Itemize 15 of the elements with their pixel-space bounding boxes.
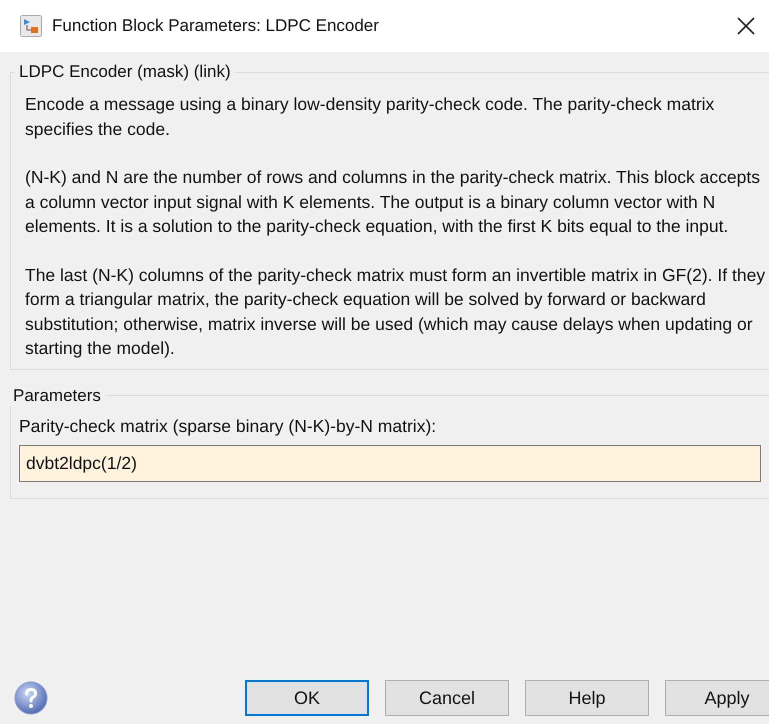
dialog-button[interactable]: Apply	[665, 680, 769, 716]
group-title: Parameters	[12, 386, 102, 406]
window-title: Function Block Parameters: LDPC Encoder	[52, 16, 380, 36]
dialog-button[interactable]: OK	[245, 680, 369, 716]
group-title: LDPC Encoder (mask) (link)	[18, 62, 232, 82]
help-icon[interactable]	[14, 681, 48, 715]
block-icon	[20, 15, 42, 37]
input-field[interactable]: dvbt2ldpc(1/2)	[19, 444, 761, 482]
description-paragraph: Encode a message using a binary low-density parity-check code. The parity-check matrix specifies the code.	[25, 93, 716, 141]
dialog-button[interactable]: Help	[525, 680, 649, 716]
description-paragraph: The last (N-K) columns of the parity-check matrix must form an invertible matrix in GF(2). If they form a triangular matrix, the parity-check equation will be solved by forward or backward substitution; otherwise, matrix inverse will be used (which may cause delays when updating or starting the model).	[25, 264, 766, 360]
description-paragraph: (N-K) and N are the number of rows and columns in the parity-check matrix. This block accepts a column vector input signal with K elements. The output is a binary column vector with N elements. It is a solution to the parity-check equation, with the first K bits equal to the input.	[25, 166, 761, 238]
dialog-button[interactable]: Cancel	[385, 680, 509, 716]
field-label: Parity-check matrix (sparse binary (N-K)-by-N matrix):	[19, 416, 438, 436]
close-icon[interactable]	[737, 17, 755, 35]
